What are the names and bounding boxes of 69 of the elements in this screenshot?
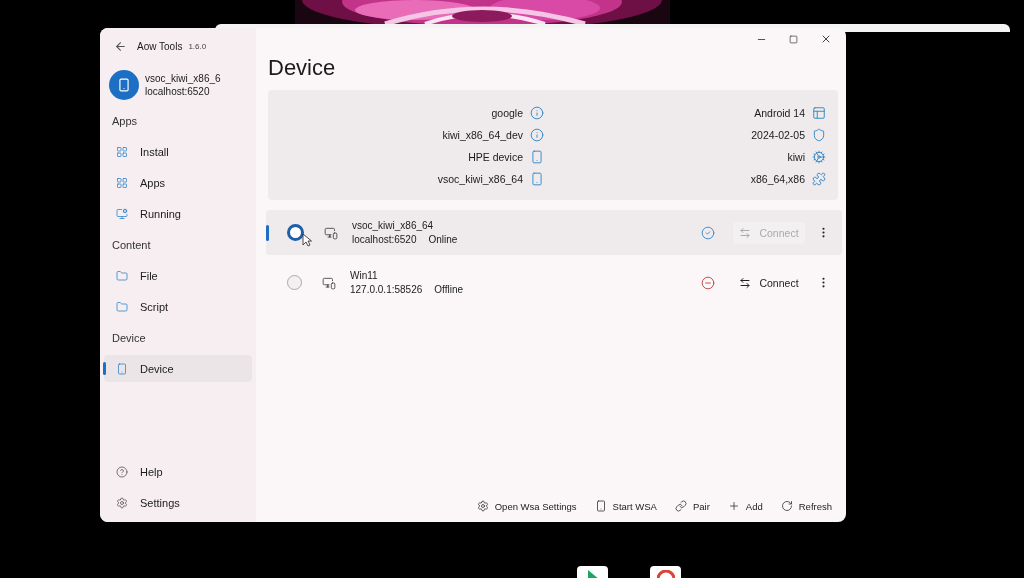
device-name: vsoc_kiwi_x86_6 xyxy=(145,71,221,85)
toolbar-button[interactable]: Start WSA xyxy=(594,500,657,512)
toolbar-button[interactable]: Refresh xyxy=(780,500,832,512)
settings-icon xyxy=(116,496,128,509)
device-status: Online xyxy=(428,232,458,247)
phone-icon xyxy=(530,172,544,186)
swap-icon xyxy=(739,226,752,239)
nav-item[interactable]: Device xyxy=(104,355,252,382)
devices-icon xyxy=(322,275,336,290)
section-label: Content xyxy=(111,237,152,253)
devices-icon xyxy=(324,225,338,240)
phone-icon xyxy=(594,500,607,512)
cursor-icon xyxy=(302,233,312,247)
device-status: Offline xyxy=(434,282,464,297)
monitor-icon xyxy=(116,207,128,220)
app-title: Aow Tools xyxy=(137,40,183,52)
section-label: Device xyxy=(111,330,147,346)
device-address: 127.0.0.1:58526 xyxy=(350,282,423,297)
refresh-icon xyxy=(780,500,793,512)
info-value: Android 14 xyxy=(754,107,805,119)
info-icon xyxy=(530,128,544,142)
nav-item[interactable]: Help xyxy=(104,458,252,485)
puzzle-icon xyxy=(812,172,826,186)
nav-item[interactable]: Running xyxy=(104,200,252,227)
shield-icon xyxy=(812,128,826,142)
toolbar-button[interactable]: Add xyxy=(727,500,763,512)
info-value: google xyxy=(491,107,523,119)
nav-item[interactable]: Settings xyxy=(104,489,252,516)
nav-item[interactable]: Install xyxy=(104,138,252,165)
plus-icon xyxy=(727,500,740,512)
grid-icon xyxy=(116,176,128,189)
grid-icon xyxy=(116,145,128,158)
device-address: localhost:6520 xyxy=(145,84,211,98)
info-value: x86_64,x86 xyxy=(750,173,805,185)
phone-icon xyxy=(116,362,128,375)
phone-icon xyxy=(117,77,131,92)
nav-item[interactable]: Apps xyxy=(104,169,252,196)
toolbar-button[interactable]: Pair xyxy=(674,500,710,512)
close-icon[interactable] xyxy=(820,33,832,45)
folder-icon xyxy=(116,269,128,282)
folder-icon xyxy=(116,300,128,313)
info-value: HPE device xyxy=(468,151,523,163)
toolbar-button[interactable]: Open Wsa Settings xyxy=(476,500,577,512)
settings-icon xyxy=(476,500,489,512)
info-value: kiwi_x86_64_dev xyxy=(442,129,523,141)
swap-icon xyxy=(739,276,752,289)
radio-button[interactable] xyxy=(287,224,304,241)
connect-button[interactable]: Connect xyxy=(733,271,805,294)
page-title: Device xyxy=(268,54,337,82)
cog-icon xyxy=(812,150,826,164)
phone-icon xyxy=(530,150,544,164)
link-icon xyxy=(674,500,687,512)
device-address: localhost:6520 xyxy=(352,232,417,247)
app-version: 1.6.0 xyxy=(188,41,207,51)
back-icon[interactable] xyxy=(114,39,127,53)
info-value: 2024-02-05 xyxy=(751,129,805,141)
info-value: vsoc_kiwi_x86_64 xyxy=(437,173,523,185)
help-icon xyxy=(116,465,128,478)
radio-button[interactable] xyxy=(287,275,302,290)
nav-item[interactable]: Script xyxy=(104,293,252,320)
device-name: vsoc_kiwi_x86_64 xyxy=(352,218,435,233)
window-icon xyxy=(812,106,826,120)
maximize-icon[interactable] xyxy=(789,34,798,44)
nav-item[interactable]: File xyxy=(104,262,252,289)
section-label: Apps xyxy=(111,113,139,129)
info-icon xyxy=(530,106,544,120)
device-name: Win11 xyxy=(350,268,379,283)
device-row[interactable]: Win11 127.0.0.1:58526 Offline Connect xyxy=(266,260,842,305)
info-value: kiwi xyxy=(787,151,805,163)
